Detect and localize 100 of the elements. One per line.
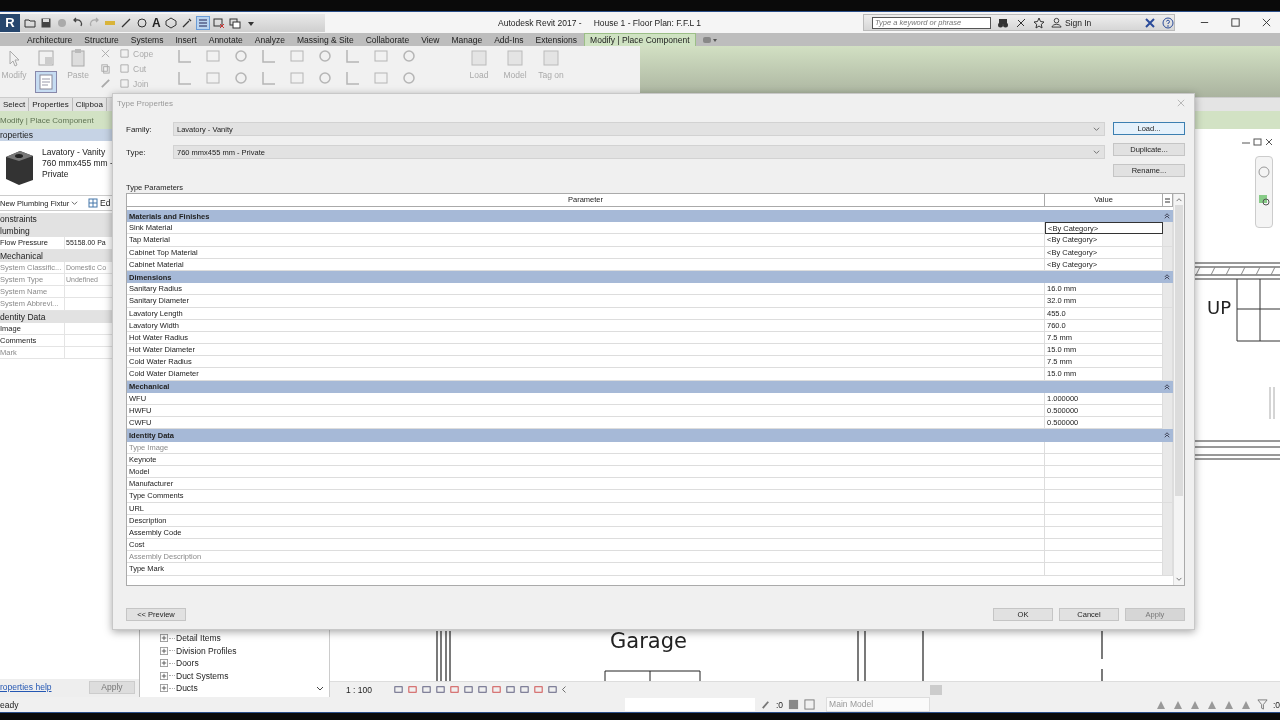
- edit-type-button[interactable]: Ed: [88, 198, 111, 208]
- save-icon[interactable]: [40, 16, 52, 29]
- view-control-icon[interactable]: [435, 684, 446, 695]
- application-button[interactable]: R: [0, 13, 20, 32]
- view-control-icon[interactable]: [547, 684, 558, 695]
- scroll-down-icon[interactable]: [315, 685, 325, 693]
- help-link[interactable]: roperties help: [0, 682, 52, 692]
- close-icon[interactable]: [1261, 17, 1272, 28]
- ribbon-tab[interactable]: Modify | Place Component: [584, 33, 696, 46]
- chevron-left-icon[interactable]: [561, 685, 567, 694]
- browser-item[interactable]: Ducts: [176, 683, 198, 693]
- editing-tool-icon[interactable]: [261, 70, 277, 86]
- associate-parameter-button[interactable]: [1163, 234, 1173, 248]
- expand-icon[interactable]: [160, 659, 168, 667]
- browser-item[interactable]: Doors: [176, 658, 199, 668]
- parameter-value[interactable]: [1045, 453, 1163, 466]
- associate-parameter-button[interactable]: [1163, 502, 1173, 516]
- collapse-icon[interactable]: [1164, 383, 1170, 390]
- view-control-icon[interactable]: [505, 684, 516, 695]
- steering-wheel-icon[interactable]: [1257, 165, 1271, 179]
- square-icon[interactable]: [788, 699, 800, 710]
- copy-icon[interactable]: [100, 63, 111, 74]
- view-control-icon[interactable]: [449, 684, 460, 695]
- expand-icon[interactable]: [160, 646, 168, 655]
- associate-parameter-button[interactable]: [1163, 563, 1173, 577]
- 3d-view-icon[interactable]: [164, 16, 177, 29]
- parameter-value[interactable]: [1045, 514, 1163, 527]
- close-windows-icon[interactable]: [212, 16, 225, 29]
- collapse-icon[interactable]: [1164, 432, 1170, 439]
- view-scale[interactable]: 1 : 100: [346, 684, 372, 695]
- expand-icon[interactable]: [160, 671, 168, 680]
- editing-tool-icon[interactable]: [289, 48, 305, 64]
- workset-dropdown[interactable]: [625, 698, 755, 711]
- ribbon-tab[interactable]: Add-Ins: [489, 33, 529, 46]
- vertical-scrollbar[interactable]: [1173, 194, 1184, 585]
- editable-only-icon[interactable]: [760, 699, 771, 710]
- ribbon-tab[interactable]: Analyze: [249, 33, 290, 46]
- sign-in-button[interactable]: Sign In: [1050, 17, 1138, 28]
- parameter-value[interactable]: [1045, 526, 1163, 540]
- parameter-value[interactable]: [1045, 502, 1163, 515]
- collapse-icon[interactable]: [1164, 274, 1170, 281]
- parameter-value[interactable]: [1045, 539, 1163, 552]
- scissors-icon[interactable]: [100, 48, 111, 59]
- ribbon-tab[interactable]: Manage: [446, 33, 488, 46]
- associate-parameter-button[interactable]: [1163, 295, 1173, 309]
- zoom-icon[interactable]: [1257, 193, 1271, 207]
- open-folder-icon[interactable]: [24, 16, 36, 29]
- ribbon-tab[interactable]: Insert: [170, 33, 202, 46]
- view-control-icon[interactable]: [393, 684, 404, 695]
- ribbon-tab[interactable]: Systems: [125, 33, 169, 46]
- type-properties-icon[interactable]: [36, 72, 56, 92]
- view-control-icon[interactable]: [407, 684, 418, 695]
- view-control-icon[interactable]: [477, 684, 488, 695]
- ribbon-tab[interactable]: Massing & Site: [292, 33, 359, 46]
- associate-parameter-button[interactable]: [1163, 307, 1173, 321]
- filter-icon[interactable]: [1256, 699, 1268, 710]
- editing-tool-icon[interactable]: [373, 70, 389, 86]
- dimension-icon[interactable]: [120, 16, 132, 29]
- view-control-icon[interactable]: [421, 684, 432, 695]
- design-options-icon[interactable]: [804, 699, 816, 710]
- switch-windows-icon[interactable]: [228, 16, 241, 29]
- editing-tool-icon[interactable]: [317, 70, 333, 86]
- panel-toggle-icon[interactable]: [701, 35, 718, 44]
- editing-tool-icon[interactable]: [177, 48, 193, 64]
- ribbon-tab[interactable]: View: [416, 33, 445, 46]
- editing-tool-icon[interactable]: [205, 48, 221, 64]
- editing-tool-icon[interactable]: [373, 48, 389, 64]
- view-control-icon[interactable]: [463, 684, 474, 695]
- clipboard-icon[interactable]: [68, 48, 88, 68]
- tag-icon[interactable]: [136, 16, 148, 29]
- editing-tool-icon[interactable]: [177, 70, 193, 86]
- editing-tool-icon[interactable]: [317, 48, 333, 64]
- scroll-up-icon[interactable]: [1175, 196, 1183, 203]
- editing-tool-icon[interactable]: [345, 70, 361, 86]
- parameter-value[interactable]: [1045, 465, 1163, 479]
- view-control-icon[interactable]: [519, 684, 530, 695]
- associate-parameter-button[interactable]: [1163, 246, 1173, 260]
- section-icon[interactable]: [180, 16, 193, 29]
- parameter-value[interactable]: [1045, 478, 1163, 491]
- view-control-icon[interactable]: [533, 684, 544, 695]
- associate-parameter-button[interactable]: [1163, 490, 1173, 504]
- editing-tool-icon[interactable]: [261, 48, 277, 64]
- collapse-icon[interactable]: [1164, 213, 1170, 220]
- ribbon-tab[interactable]: Collaborate: [360, 33, 415, 46]
- text-tool[interactable]: A: [152, 15, 161, 30]
- expand-icon[interactable]: [160, 684, 168, 692]
- editing-tool-icon[interactable]: [401, 48, 417, 64]
- satellite-icon[interactable]: [1014, 16, 1027, 29]
- parameter-value[interactable]: [1045, 490, 1163, 503]
- undo-icon[interactable]: [72, 16, 84, 29]
- binoculars-icon[interactable]: [996, 16, 1009, 29]
- parameter-value[interactable]: [1045, 563, 1163, 576]
- exchange-icon[interactable]: [1144, 16, 1156, 29]
- maximize-icon[interactable]: [1230, 17, 1241, 28]
- ribbon-tab[interactable]: Extensions: [530, 33, 583, 46]
- family-icon[interactable]: [36, 48, 56, 68]
- editing-tool-icon[interactable]: [233, 70, 249, 86]
- ribbon-tab[interactable]: Annotate: [203, 33, 248, 46]
- editing-tool-icon[interactable]: [233, 48, 249, 64]
- view-control-icon[interactable]: [491, 684, 502, 695]
